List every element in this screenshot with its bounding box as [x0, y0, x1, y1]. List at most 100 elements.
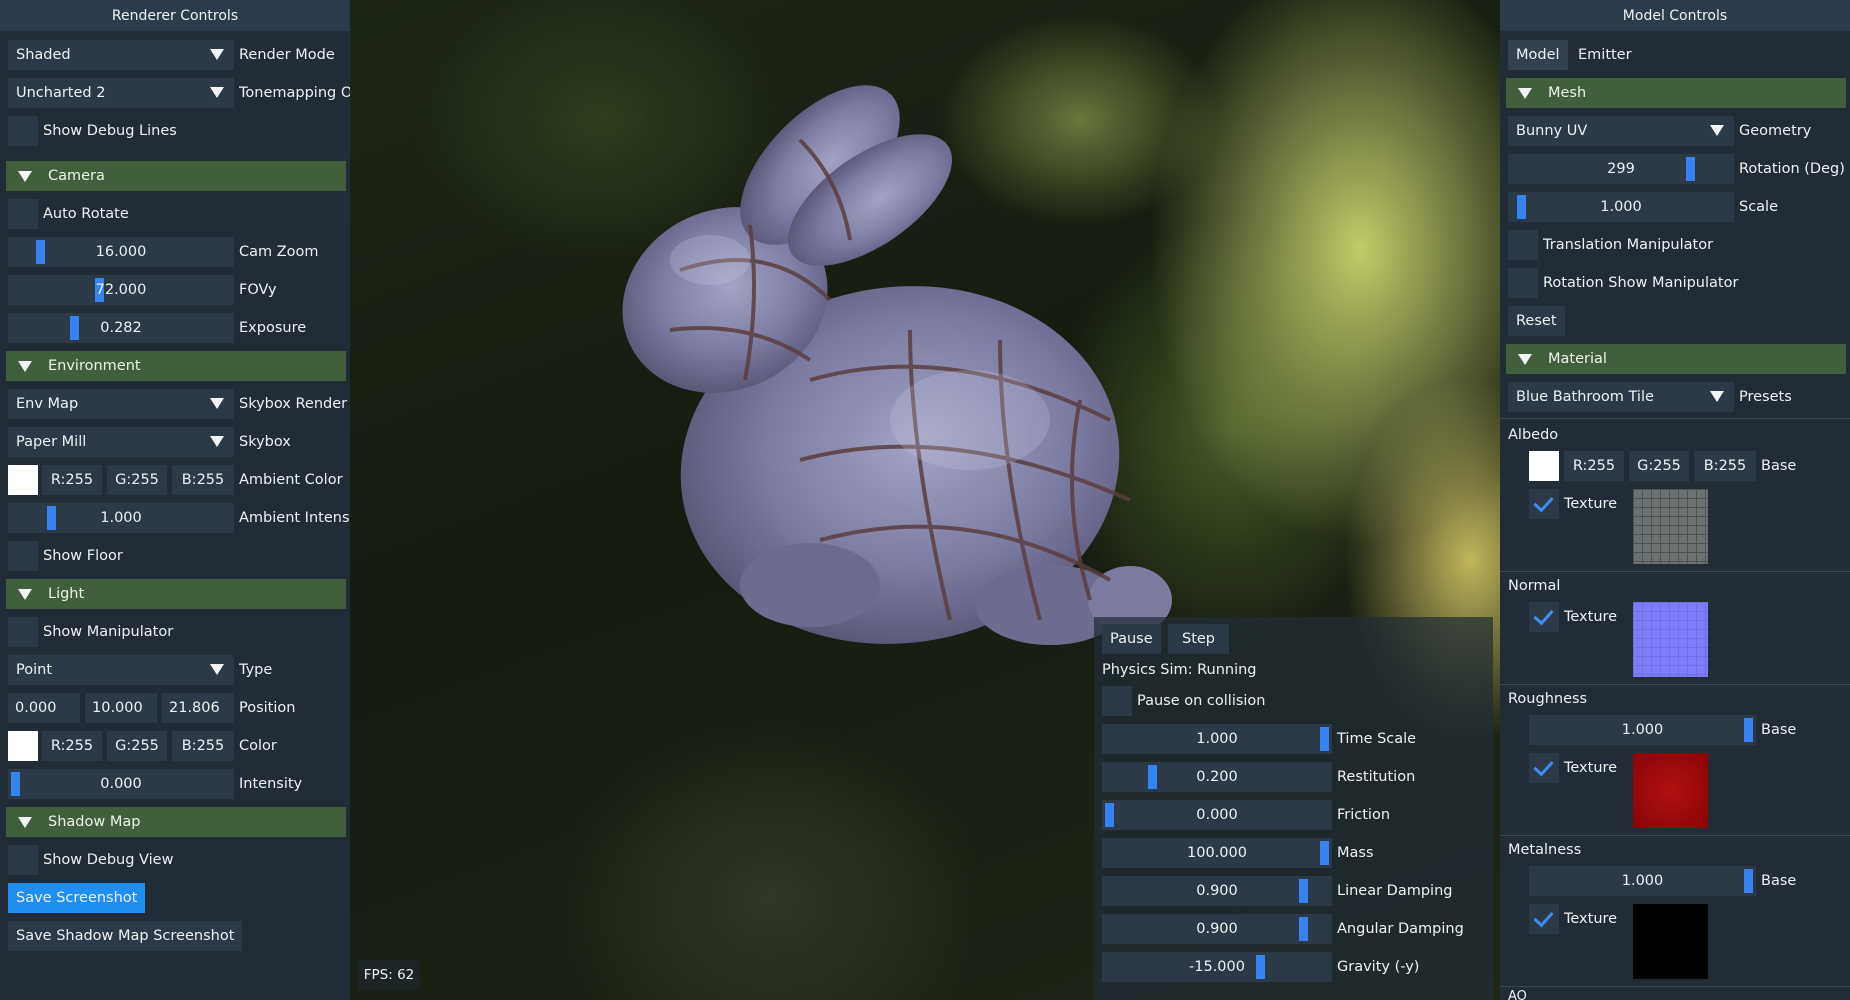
- rotation-slider[interactable]: 299: [1508, 154, 1734, 184]
- fovy-slider[interactable]: 72.000: [8, 275, 234, 305]
- gravity-value: -15.000: [1189, 959, 1245, 975]
- albedo-color-swatch[interactable]: [1529, 451, 1559, 481]
- skybox-dropdown[interactable]: Paper Mill: [8, 427, 234, 457]
- roughness-texture-checkbox[interactable]: [1529, 753, 1559, 783]
- angular-damping-value: 0.900: [1196, 921, 1238, 937]
- slider-handle[interactable]: [1320, 841, 1329, 865]
- mass-slider[interactable]: 100.000: [1102, 838, 1332, 868]
- collapse-triangle-icon: [18, 361, 32, 372]
- show-manipulator-checkbox[interactable]: [8, 617, 38, 647]
- material-section-header[interactable]: Material: [1506, 344, 1846, 374]
- light-type-dropdown[interactable]: Point: [8, 655, 234, 685]
- ambient-r-field[interactable]: R:255: [42, 465, 102, 495]
- friction-label: Friction: [1337, 807, 1391, 823]
- restitution-slider[interactable]: 0.200: [1102, 762, 1332, 792]
- skybox-render-mode-dropdown[interactable]: Env Map: [8, 389, 234, 419]
- rotation-show-manipulator-checkbox[interactable]: [1508, 268, 1538, 298]
- slider-handle[interactable]: [1298, 879, 1308, 903]
- light-position-x-field[interactable]: 0.000: [8, 693, 80, 723]
- slider-handle[interactable]: [1517, 195, 1527, 219]
- metalness-texture-checkbox[interactable]: [1529, 904, 1559, 934]
- material-presets-dropdown[interactable]: Blue Bathroom Tile: [1508, 382, 1734, 412]
- metalness-title: Metalness: [1508, 842, 1582, 858]
- mass-value: 100.000: [1187, 845, 1247, 861]
- slider-handle[interactable]: [1320, 727, 1329, 751]
- slider-handle[interactable]: [1105, 803, 1114, 827]
- light-position-z-field[interactable]: 21.806: [162, 693, 234, 723]
- collapse-triangle-icon: [18, 171, 32, 182]
- show-floor-checkbox[interactable]: [8, 541, 38, 571]
- light-color-swatch[interactable]: [8, 731, 38, 761]
- exposure-slider[interactable]: 0.282: [8, 313, 234, 343]
- renderer-controls-panel: Renderer Controls Shaded Render Mode Unc…: [0, 0, 350, 1000]
- slider-handle[interactable]: [1255, 955, 1265, 979]
- slider-handle[interactable]: [11, 772, 20, 796]
- mass-label: Mass: [1337, 845, 1374, 861]
- auto-rotate-checkbox[interactable]: [8, 199, 38, 229]
- albedo-texture-label: Texture: [1564, 496, 1618, 512]
- show-debug-lines-checkbox[interactable]: [8, 116, 38, 146]
- tonemapping-dropdown[interactable]: Uncharted 2: [8, 78, 234, 108]
- save-shadow-map-screenshot-button[interactable]: Save Shadow Map Screenshot: [8, 921, 243, 951]
- geometry-dropdown[interactable]: Bunny UV: [1508, 116, 1734, 146]
- fovy-label: FOVy: [239, 282, 277, 298]
- reset-button[interactable]: Reset: [1508, 306, 1565, 336]
- light-r-field[interactable]: R:255: [42, 731, 102, 761]
- translation-manipulator-checkbox[interactable]: [1508, 230, 1538, 260]
- slider-handle[interactable]: [70, 316, 80, 340]
- slider-handle[interactable]: [36, 240, 46, 264]
- slider-handle[interactable]: [1148, 765, 1157, 789]
- ambient-intensity-slider[interactable]: 1.000: [8, 503, 234, 533]
- albedo-r-field[interactable]: R:255: [1564, 451, 1624, 481]
- light-position-y-field[interactable]: 10.000: [85, 693, 157, 723]
- normal-texture-checkbox[interactable]: [1529, 602, 1559, 632]
- slider-handle[interactable]: [1298, 917, 1308, 941]
- linear-damping-slider[interactable]: 0.900: [1102, 876, 1332, 906]
- slider-handle[interactable]: [1686, 157, 1696, 181]
- albedo-b-field[interactable]: B:255: [1694, 451, 1756, 481]
- mesh-section-header[interactable]: Mesh: [1506, 78, 1846, 108]
- light-g-field[interactable]: G:255: [107, 731, 167, 761]
- light-intensity-slider[interactable]: 0.000: [8, 769, 234, 799]
- slider-handle[interactable]: [1744, 869, 1753, 893]
- albedo-g-field[interactable]: G:255: [1629, 451, 1689, 481]
- cam-zoom-slider[interactable]: 16.000: [8, 237, 234, 267]
- light-intensity-label: Intensity: [239, 776, 303, 792]
- slider-handle[interactable]: [46, 506, 56, 530]
- metalness-base-slider[interactable]: 1.000: [1529, 866, 1756, 896]
- albedo-texture-thumbnail: [1633, 489, 1708, 564]
- roughness-base-slider[interactable]: 1.000: [1529, 715, 1756, 745]
- normal-title: Normal: [1508, 578, 1561, 594]
- pause-on-collision-checkbox[interactable]: [1102, 686, 1132, 716]
- slider-handle[interactable]: [1744, 718, 1753, 742]
- ambient-b-field[interactable]: B:255: [172, 465, 234, 495]
- shadow-map-section-header[interactable]: Shadow Map: [6, 807, 346, 837]
- time-scale-slider[interactable]: 1.000: [1102, 724, 1332, 754]
- gravity-slider[interactable]: -15.000: [1102, 952, 1332, 982]
- angular-damping-slider[interactable]: 0.900: [1102, 914, 1332, 944]
- roughness-texture-label: Texture: [1564, 760, 1618, 776]
- metalness-base-label: Base: [1761, 873, 1797, 889]
- light-section-header[interactable]: Light: [6, 579, 346, 609]
- presets-value: Blue Bathroom Tile: [1516, 389, 1654, 405]
- ambient-g-field[interactable]: G:255: [107, 465, 167, 495]
- skybox-value: Paper Mill: [16, 434, 87, 450]
- physics-status: Physics Sim: Running: [1102, 662, 1257, 678]
- light-b-field[interactable]: B:255: [172, 731, 234, 761]
- camera-section-header[interactable]: Camera: [6, 161, 346, 191]
- show-debug-view-label: Show Debug View: [43, 852, 174, 868]
- show-debug-view-checkbox[interactable]: [8, 845, 38, 875]
- scale-slider[interactable]: 1.000: [1508, 192, 1734, 222]
- render-mode-value: Shaded: [16, 47, 71, 63]
- step-button[interactable]: Step: [1168, 624, 1230, 654]
- render-mode-dropdown[interactable]: Shaded: [8, 40, 234, 70]
- tab-model[interactable]: Model: [1508, 40, 1568, 70]
- save-screenshot-button[interactable]: Save Screenshot: [8, 883, 146, 913]
- environment-section-header[interactable]: Environment: [6, 351, 346, 381]
- ambient-color-swatch[interactable]: [8, 465, 38, 495]
- exposure-value: 0.282: [100, 320, 142, 336]
- albedo-texture-checkbox[interactable]: [1529, 489, 1559, 519]
- friction-slider[interactable]: 0.000: [1102, 800, 1332, 830]
- tab-emitter[interactable]: Emitter: [1570, 40, 1640, 70]
- pause-button[interactable]: Pause: [1102, 624, 1161, 654]
